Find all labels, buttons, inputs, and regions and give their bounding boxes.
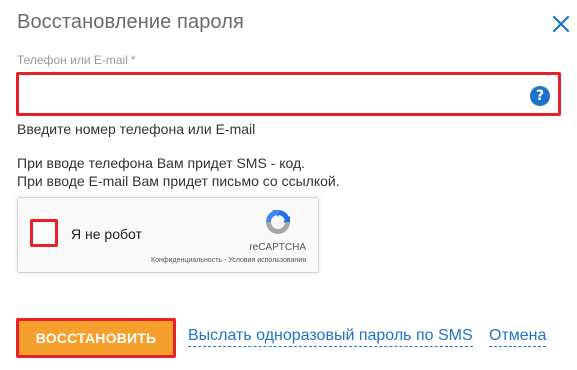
info-line-sms: При вводе телефона Вам придет SMS - код.	[17, 155, 306, 171]
phone-email-label: Телефон или E-mail *	[17, 53, 136, 67]
recaptcha-logo-icon	[266, 210, 290, 234]
recaptcha-terms-link[interactable]: Условия использования	[228, 257, 306, 264]
question-circle-icon[interactable]: ?	[530, 86, 550, 106]
close-button[interactable]	[550, 13, 572, 35]
recaptcha-brand: reCAPTCHA	[249, 242, 306, 253]
restore-button[interactable]: ВОССТАНОВИТЬ	[16, 318, 176, 358]
recaptcha-checkbox[interactable]	[30, 219, 58, 247]
info-line-email: При вводе E-mail Вам придет письмо со сс…	[17, 173, 340, 189]
send-sms-password-link[interactable]: Выслать одноразовый пароль по SMS	[188, 327, 473, 347]
phone-email-input[interactable]	[19, 75, 558, 113]
phone-email-label-text: Телефон или E-mail	[17, 53, 128, 67]
phone-email-field-wrapper: ?	[16, 72, 561, 116]
recaptcha-privacy-link[interactable]: Конфиденциальность	[151, 257, 222, 264]
cancel-link[interactable]: Отмена	[489, 327, 547, 347]
dialog-title: Восстановление пароля	[17, 11, 244, 33]
recaptcha-widget: Я не робот reCAPTCHA Конфиденциальность …	[17, 197, 319, 273]
info-text: При вводе телефона Вам придет SMS - код.…	[17, 154, 340, 190]
close-icon	[552, 15, 570, 33]
input-hint: Введите номер телефона или E-mail	[17, 121, 256, 137]
required-mark: *	[130, 53, 136, 67]
recaptcha-label: Я не робот	[71, 226, 142, 242]
recaptcha-links: Конфиденциальность - Условия использован…	[151, 257, 306, 264]
